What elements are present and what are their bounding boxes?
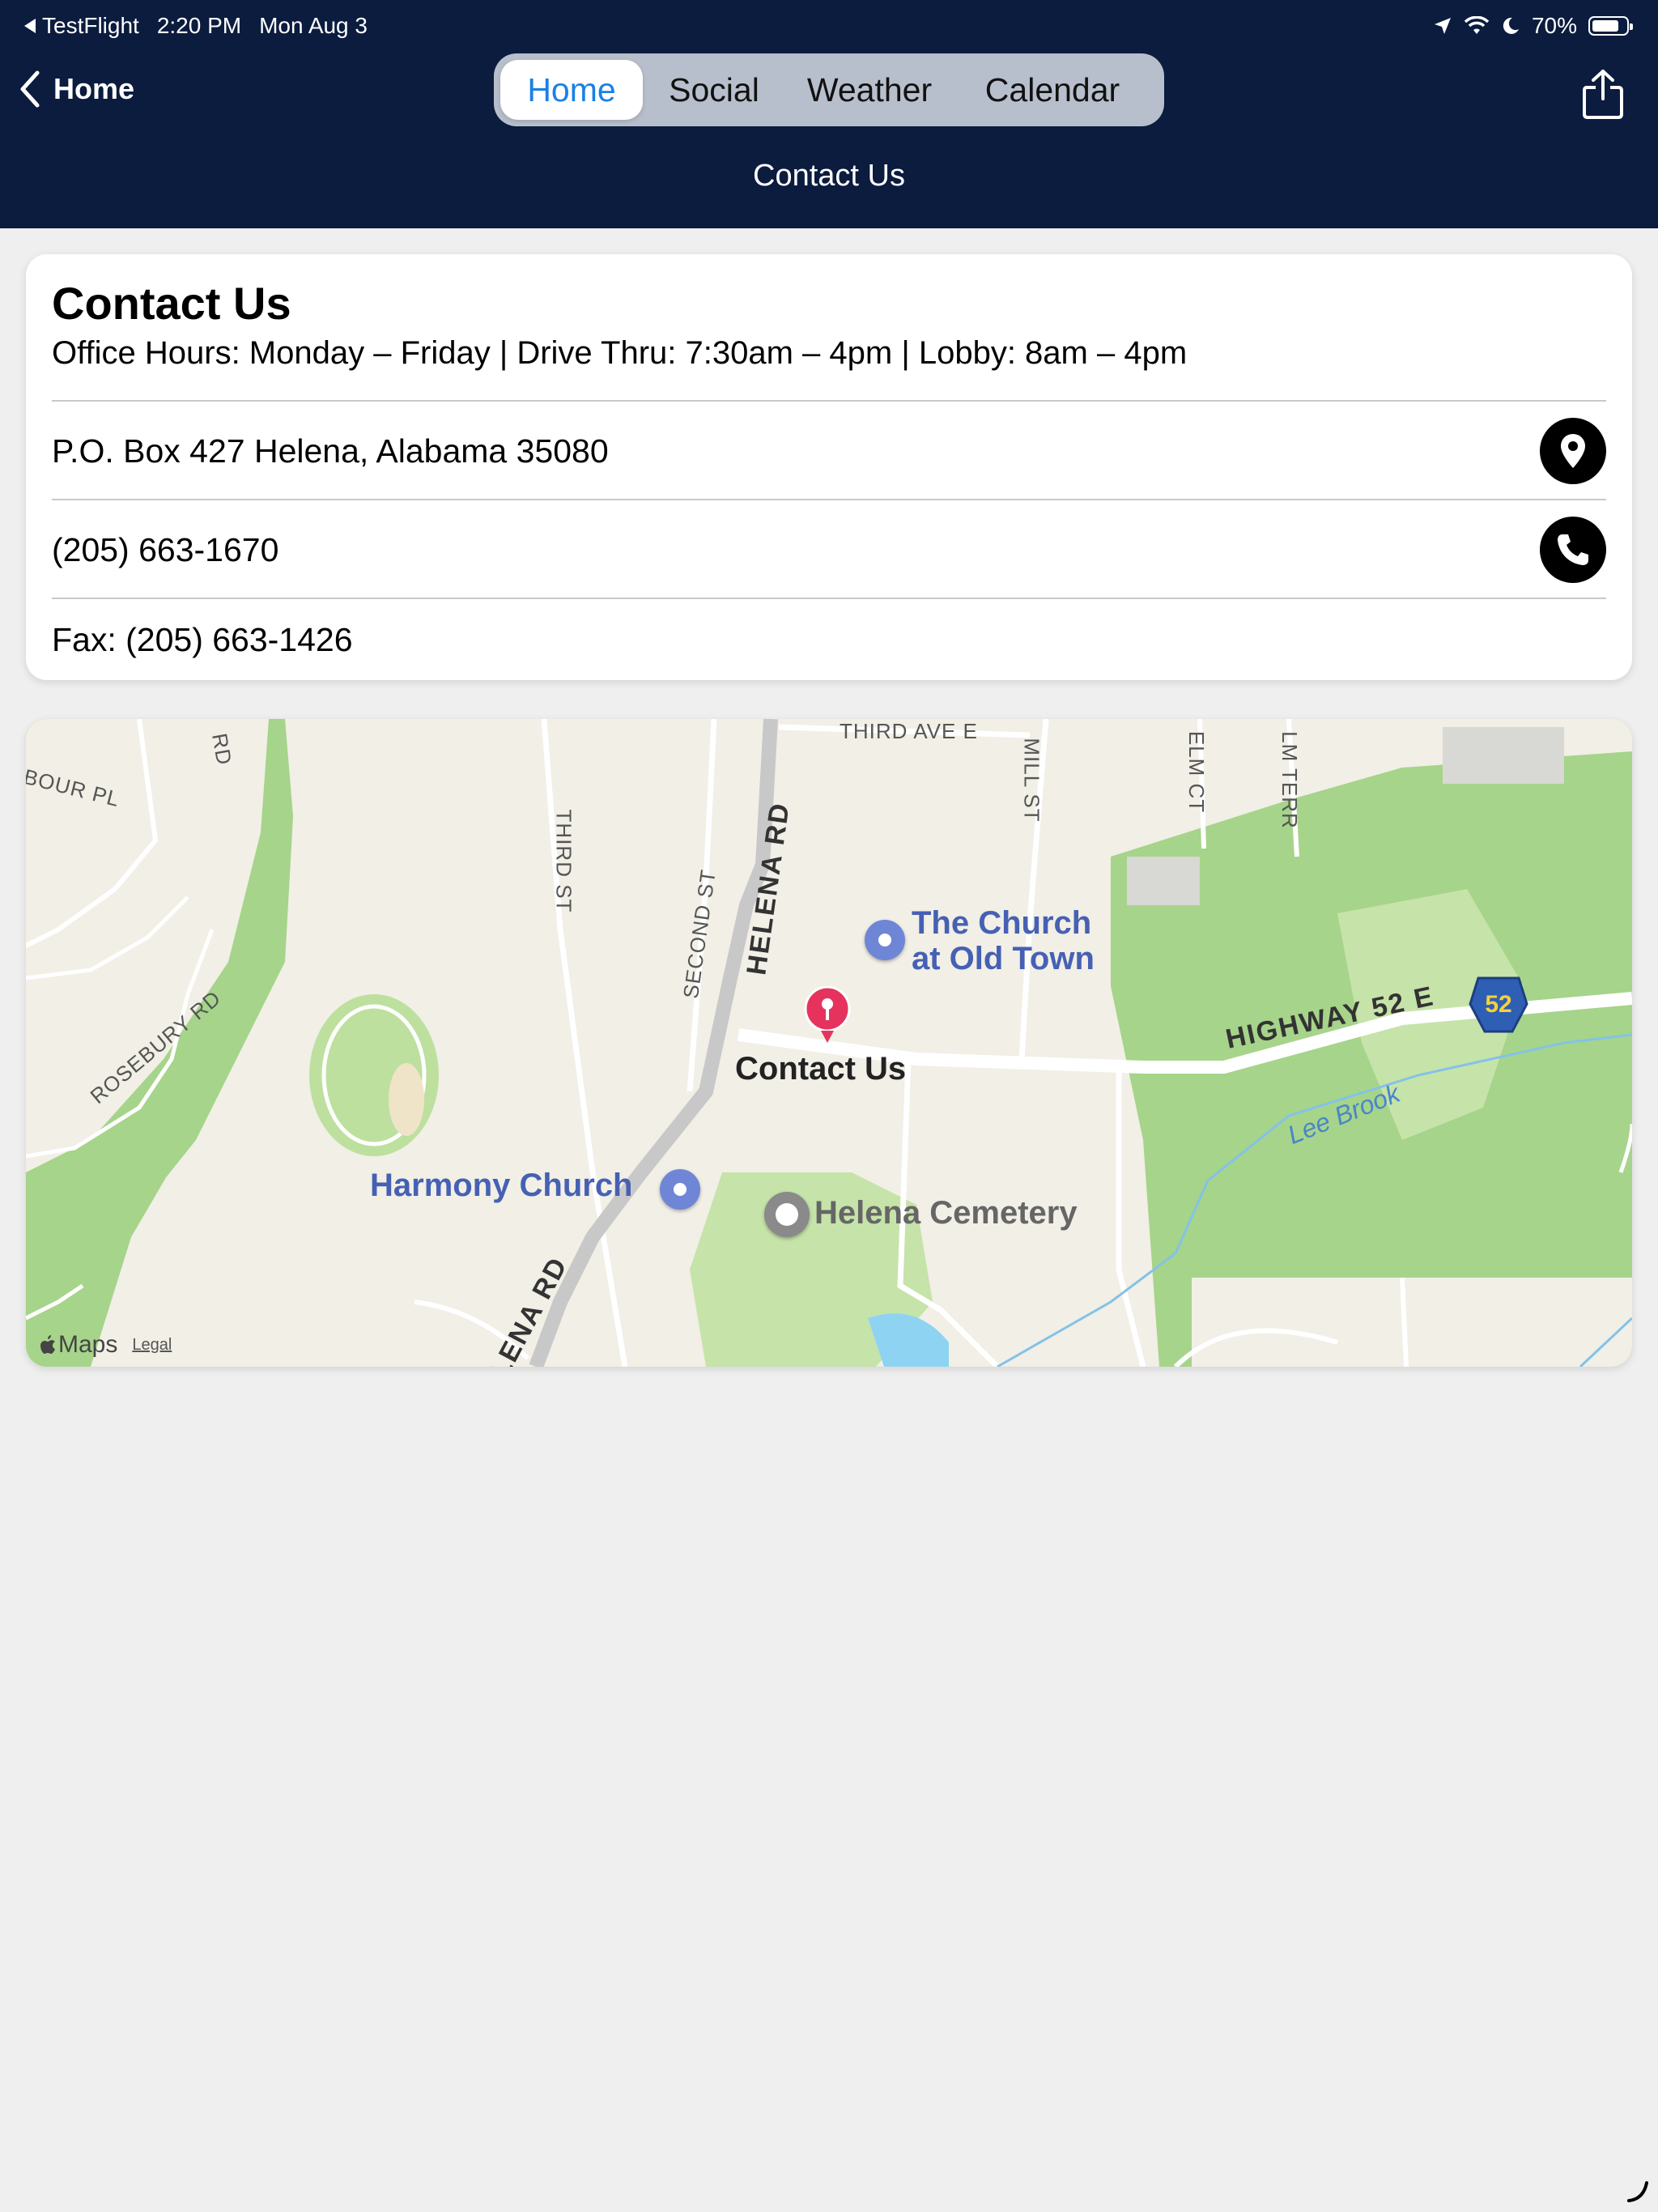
route-52-shield-icon: 52 bbox=[1469, 976, 1528, 1033]
location-arrow-icon bbox=[1434, 18, 1451, 34]
street-label-rd: RD bbox=[207, 731, 237, 768]
tab-home[interactable]: Home bbox=[500, 60, 643, 120]
church-old-town-marker-icon[interactable] bbox=[865, 920, 905, 960]
fax-row: Fax: (205) 663-1426 bbox=[52, 598, 1606, 680]
phone-text: (205) 663-1670 bbox=[52, 530, 279, 568]
street-label-third-st: THIRD ST bbox=[551, 809, 576, 913]
status-bar-left: TestFlight 2:20 PM Mon Aug 3 bbox=[24, 11, 368, 40]
address-text: P.O. Box 427 Helena, Alabama 35080 bbox=[52, 432, 609, 470]
location-map[interactable]: THIRD AVE E MILL ST ELM CT LM TERR BOUR … bbox=[26, 719, 1632, 1367]
phone-icon bbox=[1558, 534, 1588, 565]
location-pin-icon[interactable] bbox=[803, 986, 852, 1048]
battery-percent: 70% bbox=[1531, 13, 1577, 38]
status-date: Mon Aug 3 bbox=[259, 13, 368, 38]
back-button-label: Home bbox=[53, 72, 135, 105]
wifi-icon bbox=[1464, 16, 1490, 34]
legal-link[interactable]: Legal bbox=[132, 1336, 172, 1355]
status-bar-right: 70% bbox=[1433, 11, 1633, 40]
back-triangle-icon bbox=[24, 19, 36, 33]
route-shield-number: 52 bbox=[1485, 991, 1511, 1018]
maps-attribution: Maps Legal bbox=[40, 1331, 172, 1359]
tab-social[interactable]: Social bbox=[643, 60, 785, 120]
street-label-third-ave: THIRD AVE E bbox=[840, 719, 978, 743]
directions-button[interactable] bbox=[1540, 418, 1606, 484]
poi-helena-cemetery[interactable]: Helena Cemetery bbox=[814, 1195, 1078, 1231]
map-pin-icon bbox=[1561, 434, 1585, 468]
street-label-mill-st: MILL ST bbox=[1019, 738, 1044, 823]
resize-corner-icon bbox=[1627, 2181, 1648, 2202]
street-label-elm-terr: LM TERR bbox=[1277, 731, 1302, 829]
status-time: 2:20 PM bbox=[156, 13, 242, 38]
tab-calendar[interactable]: Calendar bbox=[954, 60, 1151, 120]
contact-card: Contact Us Office Hours: Monday – Friday… bbox=[26, 254, 1632, 680]
tab-weather[interactable]: Weather bbox=[785, 60, 954, 120]
fax-text: Fax: (205) 663-1426 bbox=[52, 620, 353, 658]
back-button[interactable]: Home bbox=[18, 70, 134, 108]
address-row[interactable]: P.O. Box 427 Helena, Alabama 35080 bbox=[52, 400, 1606, 500]
residential-area-bottom-right bbox=[1192, 1278, 1632, 1367]
poi-church-old-town[interactable]: The Church at Old Town bbox=[912, 905, 1095, 976]
top-navigation-bar: TestFlight 2:20 PM Mon Aug 3 70% Home Ho… bbox=[0, 0, 1658, 228]
street-label-elm-ct: ELM CT bbox=[1184, 730, 1209, 814]
page-title: Contact Us bbox=[753, 159, 905, 193]
pin-label-contact-us: Contact Us bbox=[735, 1051, 907, 1087]
back-to-app-link[interactable]: TestFlight bbox=[24, 11, 139, 40]
call-button[interactable] bbox=[1540, 517, 1606, 583]
office-hours: Office Hours: Monday – Friday | Drive Th… bbox=[52, 335, 1188, 371]
battery-icon bbox=[1588, 16, 1633, 36]
share-icon[interactable] bbox=[1580, 68, 1626, 120]
phone-row[interactable]: (205) 663-1670 bbox=[52, 499, 1606, 599]
contact-heading: Contact Us bbox=[52, 278, 291, 329]
apple-logo-icon bbox=[40, 1335, 55, 1354]
maps-wordmark: Maps bbox=[58, 1331, 118, 1358]
section-segmented-control: Home Social Weather Calendar bbox=[494, 53, 1164, 126]
poi-harmony-church[interactable]: Harmony Church bbox=[370, 1168, 633, 1203]
moon-icon bbox=[1503, 17, 1519, 34]
harmony-church-marker-icon[interactable] bbox=[660, 1169, 700, 1210]
cemetery-marker-icon[interactable] bbox=[764, 1192, 810, 1237]
chevron-left-icon bbox=[20, 70, 40, 108]
